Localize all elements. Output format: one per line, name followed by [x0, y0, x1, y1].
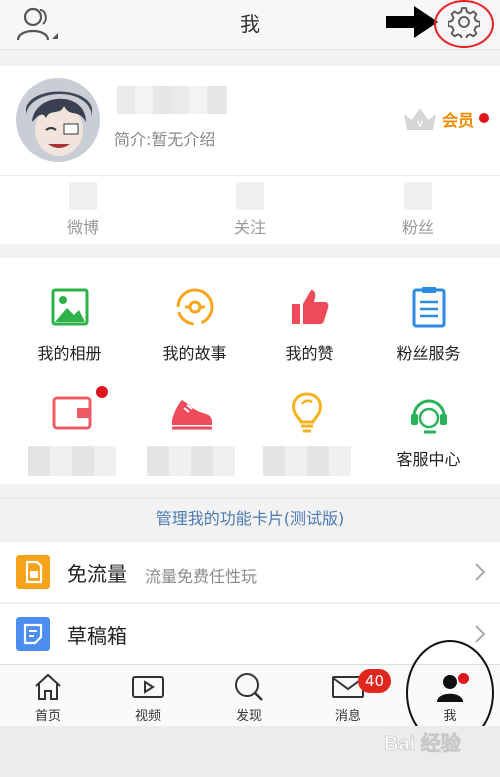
- stat-label: 粉丝: [401, 218, 434, 237]
- stat-value-blurred: [69, 182, 97, 210]
- avatar[interactable]: [16, 78, 100, 162]
- sneaker-icon: [171, 400, 212, 430]
- stat-value-blurred: [236, 182, 264, 210]
- top-bar: 我: [0, 0, 500, 50]
- video-icon: [132, 676, 164, 698]
- gear-icon: [448, 7, 480, 38]
- divider: [0, 175, 500, 176]
- draft-icon: [16, 617, 50, 651]
- stat-value-blurred: [404, 182, 432, 210]
- list-item-title: 免流量: [67, 562, 127, 586]
- tab-discover[interactable]: 发现: [209, 671, 289, 724]
- stat-fans[interactable]: 粉丝: [358, 182, 478, 238]
- story-icon: [176, 288, 213, 326]
- discover-icon: [235, 673, 263, 701]
- list-item-free-data[interactable]: 免流量 流量免费任性玩: [0, 542, 500, 602]
- headset-icon: [410, 399, 447, 434]
- grid-item-label: 我的相册: [37, 344, 102, 363]
- watermark-logo: Bai 经验: [384, 731, 461, 756]
- chevron-right-icon: [475, 563, 486, 581]
- chevron-right-icon: [475, 625, 486, 643]
- wallet-icon: [52, 396, 91, 430]
- grid-item-fan-service[interactable]: 粉丝服务: [366, 284, 491, 364]
- grid-label-blurred: [27, 446, 116, 476]
- svg-text:V: V: [417, 119, 423, 129]
- grid-item-album[interactable]: 我的相册: [7, 284, 132, 364]
- list-item-title: 草稿箱: [67, 624, 127, 648]
- notification-dot: [458, 673, 469, 684]
- grid-item-wallet[interactable]: [9, 390, 134, 476]
- tab-home[interactable]: 首页: [8, 671, 88, 724]
- manage-cards-link[interactable]: 管理我的功能卡片(测试版): [0, 499, 500, 539]
- tab-video[interactable]: 视频: [108, 671, 188, 724]
- tab-label: 发现: [235, 709, 262, 724]
- stat-weibo[interactable]: 微博: [23, 182, 143, 238]
- grid-item-likes[interactable]: 我的赞: [247, 284, 372, 364]
- grid-item-sports[interactable]: [128, 390, 253, 476]
- message-count-badge: 40: [358, 669, 392, 693]
- manage-cards-bar: 管理我的功能卡片(测试版): [0, 498, 500, 538]
- stat-following[interactable]: 关注: [190, 182, 310, 238]
- stat-label: 微博: [66, 218, 99, 237]
- username-blurred: [117, 86, 227, 114]
- photo-album-icon: [51, 288, 88, 326]
- grid-item-customer-service[interactable]: 客服中心: [366, 390, 491, 470]
- grid-item-label: 我的故事: [162, 344, 227, 363]
- arrow-annotation-icon: [386, 6, 438, 38]
- tab-label: 视频: [134, 709, 161, 724]
- sim-card-icon: [16, 555, 50, 589]
- clipboard-icon: [412, 287, 445, 328]
- divider: [0, 602, 500, 603]
- grid-label-blurred: [262, 446, 351, 476]
- stat-label: 关注: [233, 218, 266, 237]
- grid-item-label: 客服中心: [396, 450, 461, 469]
- crown-icon[interactable]: V: [402, 106, 438, 132]
- avatar-image: [16, 78, 100, 162]
- notification-dot: [96, 386, 108, 398]
- profile-card[interactable]: 简介:暂无介绍 V 会员 微博 关注 粉丝: [0, 66, 500, 244]
- settings-button[interactable]: [434, 0, 494, 48]
- grid-item-story[interactable]: 我的故事: [132, 284, 257, 364]
- thumbs-up-icon: [291, 290, 328, 324]
- watermark-text: Bai 经验: [384, 731, 461, 755]
- notification-dot: [479, 113, 489, 123]
- feature-grid: 我的相册 我的故事 我的赞 粉丝服务 客服中心: [0, 258, 500, 484]
- grid-item-bulb[interactable]: [244, 390, 369, 476]
- tab-label: 消息: [334, 709, 361, 724]
- lightbulb-icon: [291, 392, 322, 433]
- home-icon: [35, 673, 61, 700]
- list-item-subtitle: 流量免费任性玩: [145, 567, 258, 586]
- grid-item-label: 我的赞: [285, 344, 334, 363]
- vip-link[interactable]: 会员: [442, 107, 474, 131]
- tab-label: 首页: [34, 709, 61, 724]
- profile-intro: 简介:暂无介绍: [114, 130, 216, 149]
- grid-label-blurred: [146, 446, 235, 476]
- grid-item-label: 粉丝服务: [396, 344, 461, 363]
